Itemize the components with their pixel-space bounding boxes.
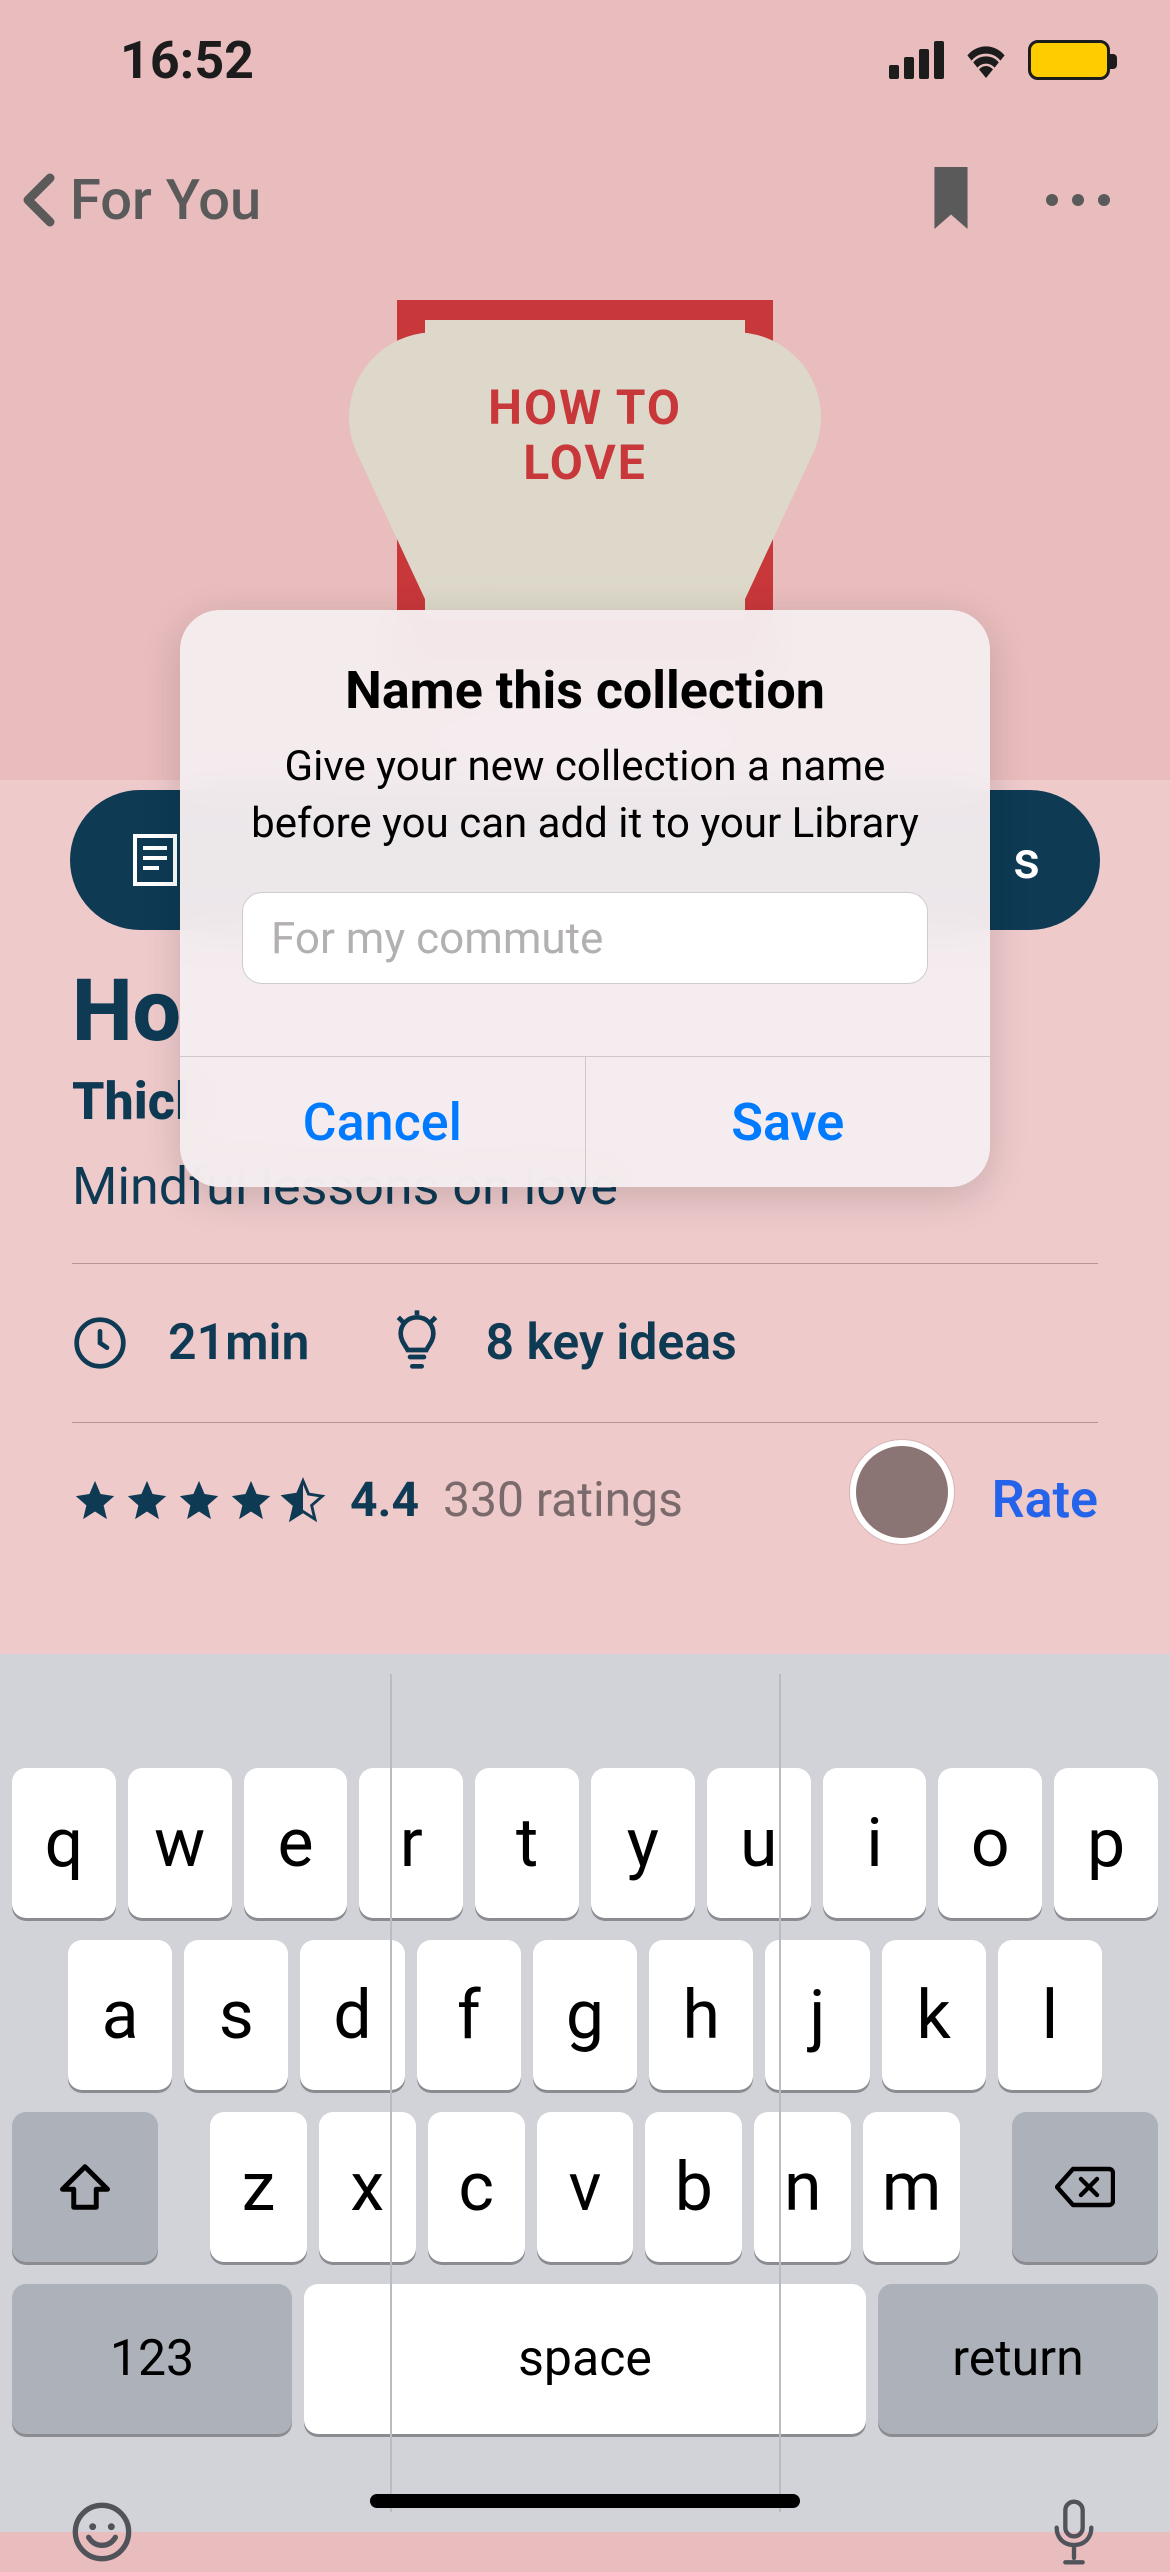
key-x[interactable]: x [319, 2112, 416, 2262]
clock-icon [72, 1315, 128, 1371]
key-i[interactable]: i [823, 1768, 927, 1918]
separator [72, 1422, 1098, 1423]
pill-trailing: s [1013, 830, 1040, 891]
key-h[interactable]: h [649, 1940, 753, 2090]
stars-icon [72, 1477, 326, 1523]
navbar: For You [0, 140, 1170, 260]
key-row-1: qwertyuiop [12, 1768, 1158, 1918]
dialog-subtitle: Give your new collection a name before y… [220, 739, 950, 852]
name-collection-dialog: Name this collection Give your new colle… [180, 610, 990, 1187]
key-u[interactable]: u [707, 1768, 811, 1918]
status-bar: 16:52 [0, 0, 1170, 120]
floating-indicator[interactable] [850, 1440, 954, 1544]
key-y[interactable]: y [591, 1768, 695, 1918]
wifi-icon [962, 42, 1010, 78]
status-indicators [889, 40, 1110, 80]
status-time: 16:52 [120, 30, 254, 91]
cellular-icon [889, 41, 944, 79]
suggestion-bar[interactable] [0, 1654, 1170, 1748]
keyboard: qwertyuiop asdfghjkl zxcvbnm 123 space r… [0, 1654, 1170, 2532]
key-r[interactable]: r [359, 1768, 463, 1918]
key-p[interactable]: p [1054, 1768, 1158, 1918]
save-button[interactable]: Save [585, 1057, 991, 1187]
key-l[interactable]: l [998, 1940, 1102, 2090]
rating-score: 4.4 [350, 1471, 419, 1528]
dialog-title: Name this collection [220, 660, 950, 721]
key-s[interactable]: s [184, 1940, 288, 2090]
separator [72, 1263, 1098, 1264]
key-row-3: zxcvbnm [12, 2112, 1158, 2262]
back-button[interactable]: For You [20, 167, 261, 233]
doc-icon [130, 832, 180, 888]
numbers-key[interactable]: 123 [12, 2284, 292, 2434]
chevron-left-icon [20, 172, 60, 228]
shift-key[interactable] [12, 2112, 158, 2262]
key-row-4: 123 space return [12, 2284, 1158, 2434]
key-g[interactable]: g [533, 1940, 637, 2090]
battery-icon [1028, 40, 1110, 80]
collection-name-field[interactable] [242, 892, 928, 984]
meta-row: 21min 8 key ideas [72, 1310, 1098, 1376]
lightbulb-icon [389, 1310, 445, 1376]
cover-line2: LOVE [397, 435, 773, 490]
home-indicator[interactable] [370, 2494, 800, 2508]
duration: 21min [168, 1314, 309, 1372]
key-q[interactable]: q [12, 1768, 116, 1918]
cover-title: HOW TO LOVE [397, 380, 773, 490]
key-f[interactable]: f [417, 1940, 521, 2090]
key-o[interactable]: o [938, 1768, 1042, 1918]
key-n[interactable]: n [754, 2112, 851, 2262]
backspace-key[interactable] [1012, 2112, 1158, 2262]
keyboard-toolbar [0, 2456, 1170, 2572]
key-b[interactable]: b [645, 2112, 742, 2262]
key-k[interactable]: k [882, 1940, 986, 2090]
key-e[interactable]: e [244, 1768, 348, 1918]
collection-name-input[interactable] [271, 912, 899, 964]
rating-count: 330 ratings [443, 1471, 683, 1528]
mic-key[interactable] [1048, 2496, 1100, 2572]
key-w[interactable]: w [128, 1768, 232, 1918]
key-t[interactable]: t [475, 1768, 579, 1918]
space-key[interactable]: space [304, 2284, 866, 2434]
back-label: For You [70, 167, 261, 233]
rate-button[interactable]: Rate [992, 1469, 1098, 1530]
key-a[interactable]: a [68, 1940, 172, 2090]
key-ideas: 8 key ideas [485, 1314, 736, 1372]
bookmark-icon[interactable] [926, 167, 976, 233]
key-z[interactable]: z [210, 2112, 307, 2262]
emoji-key[interactable] [70, 2500, 134, 2568]
return-key[interactable]: return [878, 2284, 1158, 2434]
cancel-button[interactable]: Cancel [180, 1057, 585, 1187]
more-button[interactable] [1046, 194, 1110, 206]
key-m[interactable]: m [863, 2112, 960, 2262]
key-c[interactable]: c [428, 2112, 525, 2262]
key-row-2: asdfghjkl [12, 1940, 1158, 2090]
key-v[interactable]: v [537, 2112, 634, 2262]
cover-line1: HOW TO [397, 380, 773, 435]
